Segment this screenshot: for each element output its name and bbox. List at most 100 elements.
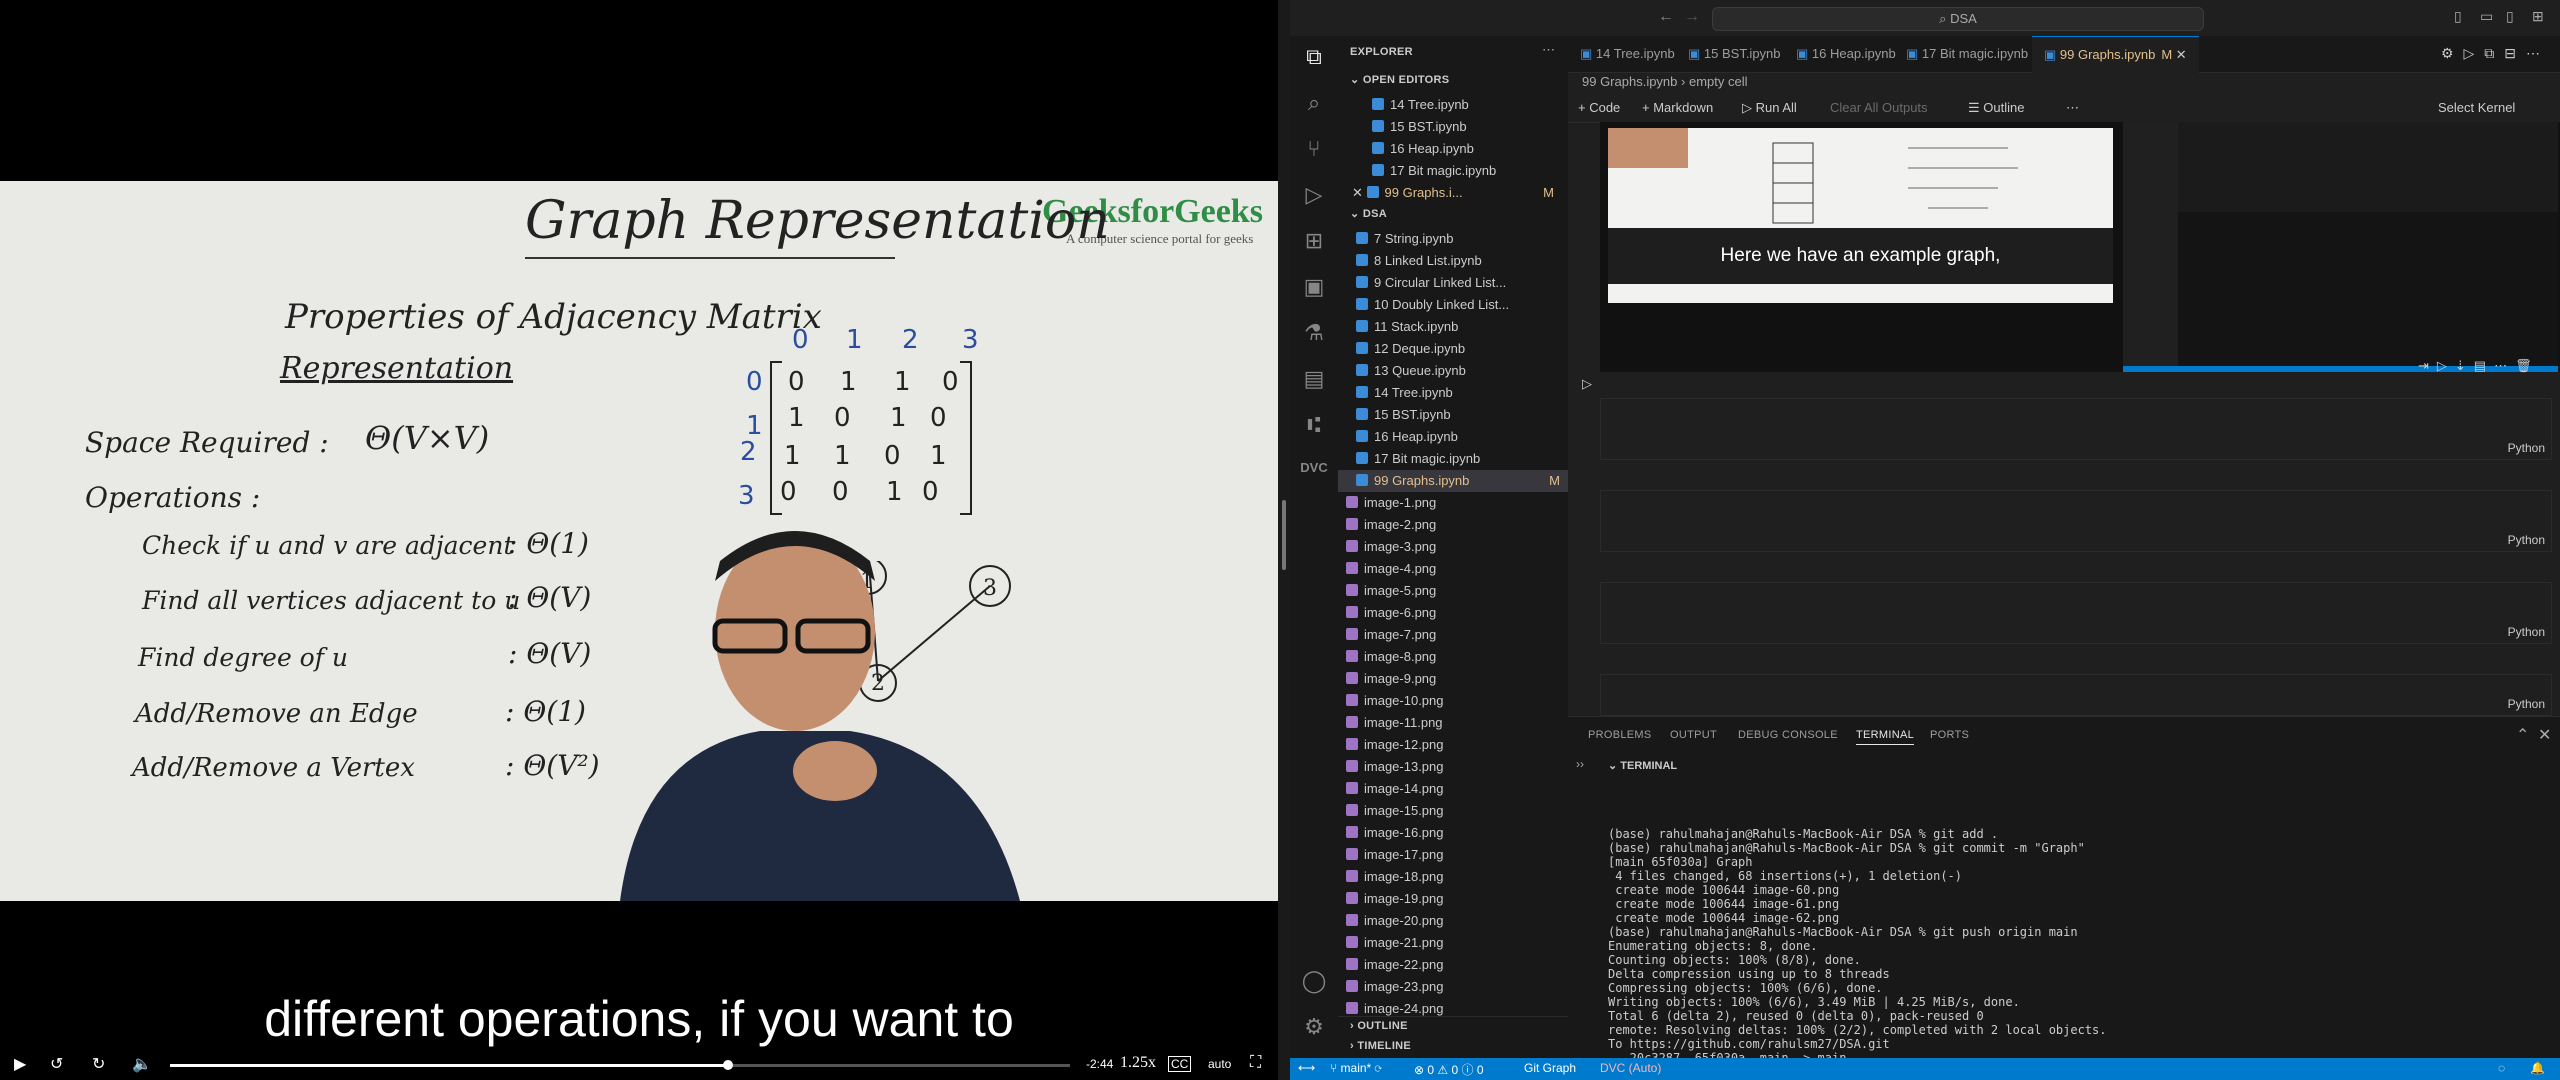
file-item[interactable]: image-14.png [1346,778,1562,800]
dvc-icon[interactable]: DVC [1300,460,1328,488]
breadcrumb-cell[interactable]: empty cell [1689,74,1748,89]
close-tab-icon[interactable]: ✕ [2172,47,2187,62]
fullscreen-icon[interactable]: ⛶ [1250,1054,1261,1072]
file-item[interactable]: image-7.png [1346,624,1562,646]
maximize-panel-icon[interactable]: ⌃ [2516,725,2529,745]
extensions-icon[interactable]: ⊞ [1300,228,1328,256]
cell-language[interactable]: Python [2508,533,2545,547]
run-all-button[interactable]: ▷ Run All [1742,100,1797,116]
file-item[interactable]: image-4.png [1346,558,1562,580]
docker-icon[interactable]: ▤ [1300,366,1328,394]
file-item[interactable]: image-23.png [1346,976,1562,998]
captions-icon[interactable]: CC [1168,1056,1192,1072]
timeline-section[interactable]: › TIMELINE [1350,1040,1411,1052]
tab-ports[interactable]: PORTS [1930,729,1969,741]
code-cell[interactable]: Python [1600,582,2552,644]
file-item[interactable]: image-11.png [1346,712,1562,734]
editor-tab[interactable]: ▣ 14 Tree.ipynb [1568,36,1687,72]
open-editors-header[interactable]: ⌄ OPEN EDITORS [1350,73,1449,86]
terminal-header[interactable]: ⌄ TERMINAL [1608,759,1677,772]
tab-problems[interactable]: PROBLEMS [1588,729,1652,741]
source-control-icon[interactable]: ⑂ [1300,136,1328,164]
open-editor-item[interactable]: ✕ 99 Graphs.i... M [1352,182,1562,204]
remote-explorer-icon[interactable]: ▣ [1300,274,1328,302]
account-icon[interactable]: ◯ [1300,968,1328,996]
file-item[interactable]: 10 Doubly Linked List... [1356,294,1562,316]
file-item[interactable]: 11 Stack.ipynb [1356,316,1562,338]
tab-terminal[interactable]: TERMINAL [1856,729,1915,745]
forward-arrow-icon[interactable]: → [1684,8,1700,26]
toggle-panel-icon[interactable]: ▭ [2480,8,2493,25]
run-debug-icon[interactable]: ▷ [1300,182,1328,210]
rewind-icon[interactable]: ↺ [50,1054,63,1074]
editor-actions[interactable]: ⚙▷⧉⊟⋯ [2441,45,2550,62]
editor-tab[interactable]: ▣ 16 Heap.ipynb [1784,36,1908,72]
file-item[interactable]: image-10.png [1346,690,1562,712]
cell-language[interactable]: Python [2508,625,2545,639]
dvc-status[interactable]: DVC (Auto) [1600,1061,1661,1075]
forward-icon[interactable]: ↻ [92,1054,105,1074]
sync-icon[interactable]: ◌ [2498,1061,2505,1075]
file-item[interactable]: image-6.png [1346,602,1562,624]
video-player[interactable]: GeeksforGeeks A computer science portal … [0,0,1278,1080]
file-item[interactable]: 99 Graphs.ipynb M [1338,470,1568,492]
remote-icon[interactable]: ⟷ [1298,1061,1315,1075]
outline-button[interactable]: ☰ Outline [1968,100,2024,116]
tab-debug-console[interactable]: DEBUG CONSOLE [1738,729,1838,741]
panel-expand-icon[interactable]: ›› [1576,757,1584,771]
breadcrumb-file[interactable]: 99 Graphs.ipynb [1582,74,1677,89]
file-item[interactable]: 15 BST.ipynb [1356,404,1562,426]
file-item[interactable]: 8 Linked List.ipynb [1356,250,1562,272]
file-item[interactable]: 14 Tree.ipynb [1356,382,1562,404]
close-editor-icon[interactable]: ✕ [1352,185,1367,200]
git-graph-status[interactable]: Git Graph [1524,1061,1576,1075]
toggle-sidebar-icon[interactable]: ▯ [2454,8,2462,25]
file-item[interactable]: image-16.png [1346,822,1562,844]
outline-section[interactable]: › OUTLINE [1350,1020,1408,1032]
cell-toolbar[interactable]: ⇥▷⇣▤⋯🗑 [2418,358,2540,374]
testing-icon[interactable]: ⚗ [1300,320,1328,348]
file-item[interactable]: image-15.png [1346,800,1562,822]
code-cell[interactable]: Python [1600,490,2552,552]
editor-tab[interactable]: ▣ 15 BST.ipynb [1676,36,1793,72]
customize-layout-icon[interactable]: ⊞ [2532,8,2544,25]
folder-header[interactable]: ⌄ DSA [1350,207,1387,220]
run-cell-icon[interactable]: ▷ [1582,376,1592,392]
command-center-search[interactable]: ⌕ DSA [1712,7,2204,31]
search-icon[interactable]: ⌕ [1300,90,1328,118]
open-editor-item[interactable]: 17 Bit magic.ipynb [1372,160,1582,182]
open-editor-item[interactable]: 16 Heap.ipynb [1372,138,1582,160]
file-item[interactable]: image-19.png [1346,888,1562,910]
file-item[interactable]: 17 Bit magic.ipynb [1356,448,1562,470]
branch-status[interactable]: ⑂ main* ⟳ [1330,1061,1382,1075]
code-cell[interactable]: Python [1600,674,2552,716]
file-item[interactable]: image-21.png [1346,932,1562,954]
file-item[interactable]: image-22.png [1346,954,1562,976]
quality-setting[interactable]: auto [1208,1057,1231,1071]
file-item[interactable]: 12 Deque.ipynb [1356,338,1562,360]
file-item[interactable]: image-8.png [1346,646,1562,668]
explorer-icon[interactable]: ⧉ [1300,44,1328,72]
tab-output[interactable]: OUTPUT [1670,729,1717,741]
file-item[interactable]: image-20.png [1346,910,1562,932]
file-item[interactable]: image-1.png [1346,492,1562,514]
problems-status[interactable]: ⊗ 0 ⚠ 0 ⓘ 0 [1414,1061,1484,1078]
file-item[interactable]: 7 String.ipynb [1356,228,1562,250]
add-markdown-cell-button[interactable]: + Markdown [1642,100,1713,115]
notifications-icon[interactable]: 🔔 [2530,1061,2545,1075]
cell-language[interactable]: Python [2508,441,2545,455]
breadcrumb[interactable]: 99 Graphs.ipynb › empty cell [1582,74,1748,89]
toggle-secondary-sidebar-icon[interactable]: ▯ [2506,8,2514,25]
select-kernel-button[interactable]: Select Kernel [2438,100,2515,115]
more-actions-icon[interactable]: ⋯ [1542,42,1555,58]
code-cell[interactable]: Python [1600,398,2552,460]
git-graph-icon[interactable]: ⑆ [1300,412,1328,440]
play-icon[interactable]: ▶ [14,1054,26,1074]
close-panel-icon[interactable]: ✕ [2538,725,2551,745]
playback-speed[interactable]: 1.25x [1120,1054,1156,1072]
gear-icon[interactable]: ⚙ [1300,1014,1328,1042]
editor-tab[interactable]: ▣ 17 Bit magic.ipynb [1894,36,2040,72]
open-editor-item[interactable]: 14 Tree.ipynb [1372,94,1582,116]
file-item[interactable]: image-3.png [1346,536,1562,558]
back-arrow-icon[interactable]: ← [1658,8,1674,26]
